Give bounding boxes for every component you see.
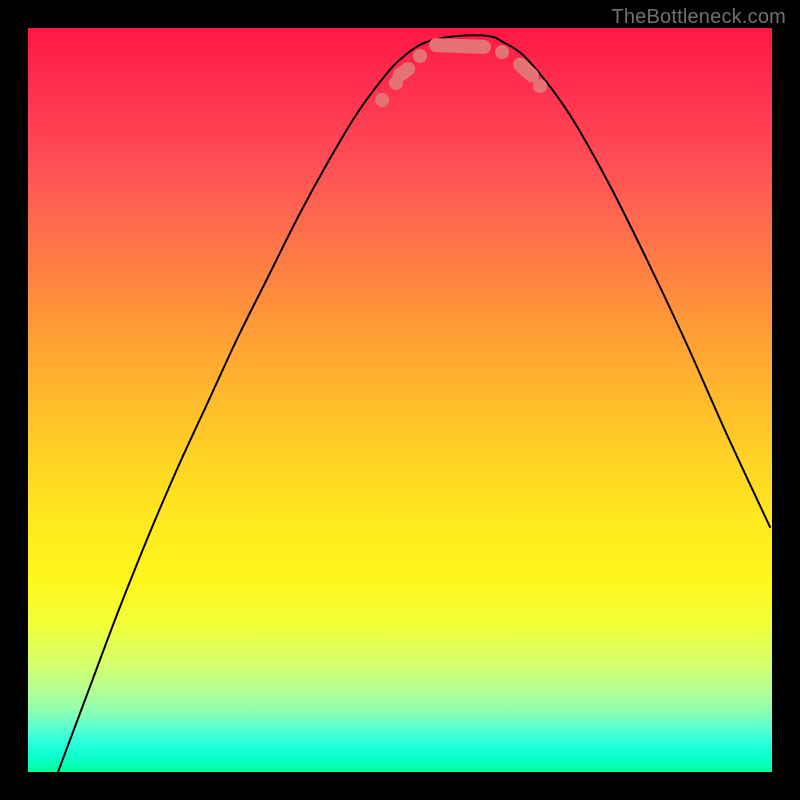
- curve-marker-7: [533, 79, 547, 93]
- curve-marker-0: [375, 93, 389, 107]
- bottleneck-curve-svg: [28, 28, 772, 772]
- curve-marker-4: [429, 38, 491, 54]
- marker-layer: [375, 38, 547, 107]
- watermark-text: TheBottleneck.com: [611, 6, 786, 29]
- bottleneck-curve-path: [58, 35, 770, 772]
- curve-marker-5: [495, 45, 509, 59]
- chart-frame: TheBottleneck.com: [0, 0, 800, 800]
- curve-marker-3: [413, 49, 427, 63]
